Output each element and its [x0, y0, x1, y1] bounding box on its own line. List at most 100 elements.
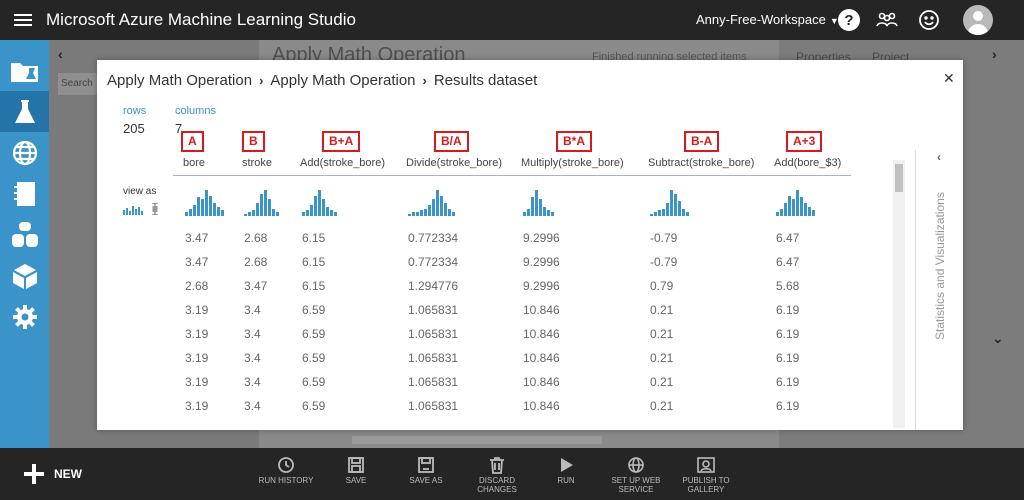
histogram-bar — [272, 209, 275, 216]
column-histogram[interactable] — [408, 190, 456, 216]
table-cell: 10.846 — [523, 351, 560, 365]
histogram-bar — [221, 210, 224, 216]
nav-settings-gear-icon[interactable] — [0, 296, 49, 337]
action-label: SAVE — [345, 476, 367, 485]
table-cell: 3.19 — [185, 351, 209, 365]
table-cell: 9.2996 — [523, 231, 560, 245]
nav-experiments-icon[interactable] — [0, 91, 49, 132]
canvas-horizontal-scrollbar[interactable] — [352, 436, 602, 444]
user-avatar[interactable] — [963, 5, 993, 35]
column-header[interactable]: Add(bore_$3) — [774, 157, 841, 169]
histogram-bar — [260, 194, 263, 216]
histogram-bar — [650, 214, 653, 216]
grid-vertical-scrollbar[interactable] — [893, 160, 905, 428]
new-button[interactable]: NEW — [24, 464, 82, 484]
table-cell: 9.2996 — [523, 279, 560, 293]
column-annotation-tag: A+3 — [786, 131, 823, 152]
histogram-bar — [796, 190, 799, 216]
table-cell: 6.59 — [302, 303, 326, 317]
column-histogram[interactable] — [523, 190, 555, 216]
column-header[interactable]: Multiply(stroke_bore) — [521, 157, 624, 169]
column-header[interactable]: bore — [183, 157, 205, 169]
column-histogram[interactable] — [650, 190, 690, 216]
statistics-panel-label[interactable]: Statistics and Visualizations — [933, 192, 947, 340]
table-cell: 10.846 — [523, 327, 560, 341]
column-histogram[interactable] — [244, 190, 280, 216]
histogram-bar — [185, 212, 188, 216]
table-cell: 3.19 — [185, 399, 209, 413]
table-cell: -0.79 — [650, 255, 678, 269]
table-cell: 6.19 — [776, 303, 800, 317]
save-as-icon — [391, 456, 461, 474]
close-icon[interactable]: ✕ — [943, 70, 955, 87]
table-cell: 3.4 — [244, 351, 261, 365]
scrollbar-thumb[interactable] — [895, 164, 903, 192]
play-icon — [531, 456, 601, 474]
column-histogram[interactable] — [776, 190, 816, 216]
scroll-down-chevron-icon[interactable]: ⌄ — [992, 330, 1004, 347]
globe-button[interactable]: SET UP WEB SERVICE — [601, 456, 671, 494]
nav-projects-icon[interactable] — [0, 50, 49, 91]
workspace-selector[interactable]: Anny-Free-Workspace ▼ — [696, 12, 839, 27]
table-cell: 6.59 — [302, 399, 326, 413]
globe-icon — [601, 456, 671, 474]
expand-statistics-chevron-icon[interactable]: ‹ — [937, 150, 941, 164]
action-label: SAVE AS — [409, 476, 443, 485]
histogram-bar — [252, 210, 255, 216]
column-histogram[interactable] — [185, 190, 225, 216]
histogram-bar — [189, 209, 192, 216]
table-cell: 0.21 — [650, 303, 674, 317]
nav-trained-models-icon[interactable] — [0, 255, 49, 296]
gallery-button[interactable]: PUBLISH TO GALLERY — [671, 456, 741, 494]
column-header[interactable]: Divide(stroke_bore) — [406, 157, 502, 169]
table-cell: 1.065831 — [408, 399, 459, 413]
histogram-bar — [334, 212, 337, 216]
histogram-bar — [432, 199, 435, 216]
nav-notebooks-icon[interactable] — [0, 173, 49, 214]
expand-panel-chevron-icon[interactable]: › — [992, 46, 997, 62]
column-header[interactable]: Subtract(stroke_bore) — [648, 157, 754, 169]
histogram-bar — [217, 207, 220, 216]
table-cell: 6.59 — [302, 375, 326, 389]
help-icon[interactable]: ? — [838, 9, 860, 31]
play-button[interactable]: RUN — [531, 456, 601, 485]
clock-button[interactable]: RUN HISTORY — [251, 456, 321, 485]
histogram-bar — [784, 203, 787, 216]
histogram-view-icon[interactable] — [123, 202, 143, 220]
table-cell: 0.21 — [650, 375, 674, 389]
community-icon[interactable] — [876, 9, 898, 31]
trash-button[interactable]: DISCARD CHANGES — [462, 456, 532, 494]
column-annotation-tag: B+A — [322, 131, 361, 152]
histogram-bar — [322, 199, 325, 216]
plus-icon — [24, 464, 44, 484]
nav-web-services-icon[interactable] — [0, 132, 49, 173]
table-cell: 6.19 — [776, 375, 800, 389]
table-cell: 2.68 — [244, 231, 268, 245]
histogram-bar — [326, 207, 329, 216]
table-cell: 10.846 — [523, 375, 560, 389]
histogram-bar — [248, 212, 251, 216]
histogram-bar — [531, 197, 534, 216]
histogram-bar — [686, 212, 689, 216]
save-button[interactable]: SAVE — [321, 456, 391, 485]
table-cell: 10.846 — [523, 303, 560, 317]
feedback-smiley-icon[interactable] — [918, 9, 940, 31]
hamburger-menu-icon[interactable] — [0, 19, 46, 21]
palette-search-input[interactable]: Search — [58, 73, 98, 95]
action-label: RUN — [557, 476, 575, 485]
collapse-palette-chevron-icon[interactable]: ‹ — [58, 46, 63, 62]
new-label: NEW — [54, 467, 82, 481]
boxplot-view-icon[interactable] — [151, 202, 159, 220]
save-as-button[interactable]: SAVE AS — [391, 456, 461, 485]
histogram-bar — [205, 190, 208, 216]
table-cell: 0.79 — [650, 279, 674, 293]
column-header[interactable]: stroke — [242, 157, 272, 169]
table-cell: 6.19 — [776, 327, 800, 341]
histogram-bar — [527, 209, 530, 216]
histogram-bar — [523, 212, 526, 216]
column-histogram[interactable] — [302, 190, 338, 216]
column-header[interactable]: Add(stroke_bore) — [300, 157, 385, 169]
table-cell: 6.15 — [302, 255, 326, 269]
nav-datasets-icon[interactable] — [0, 214, 49, 255]
column-annotation-tag: B/A — [434, 131, 469, 152]
